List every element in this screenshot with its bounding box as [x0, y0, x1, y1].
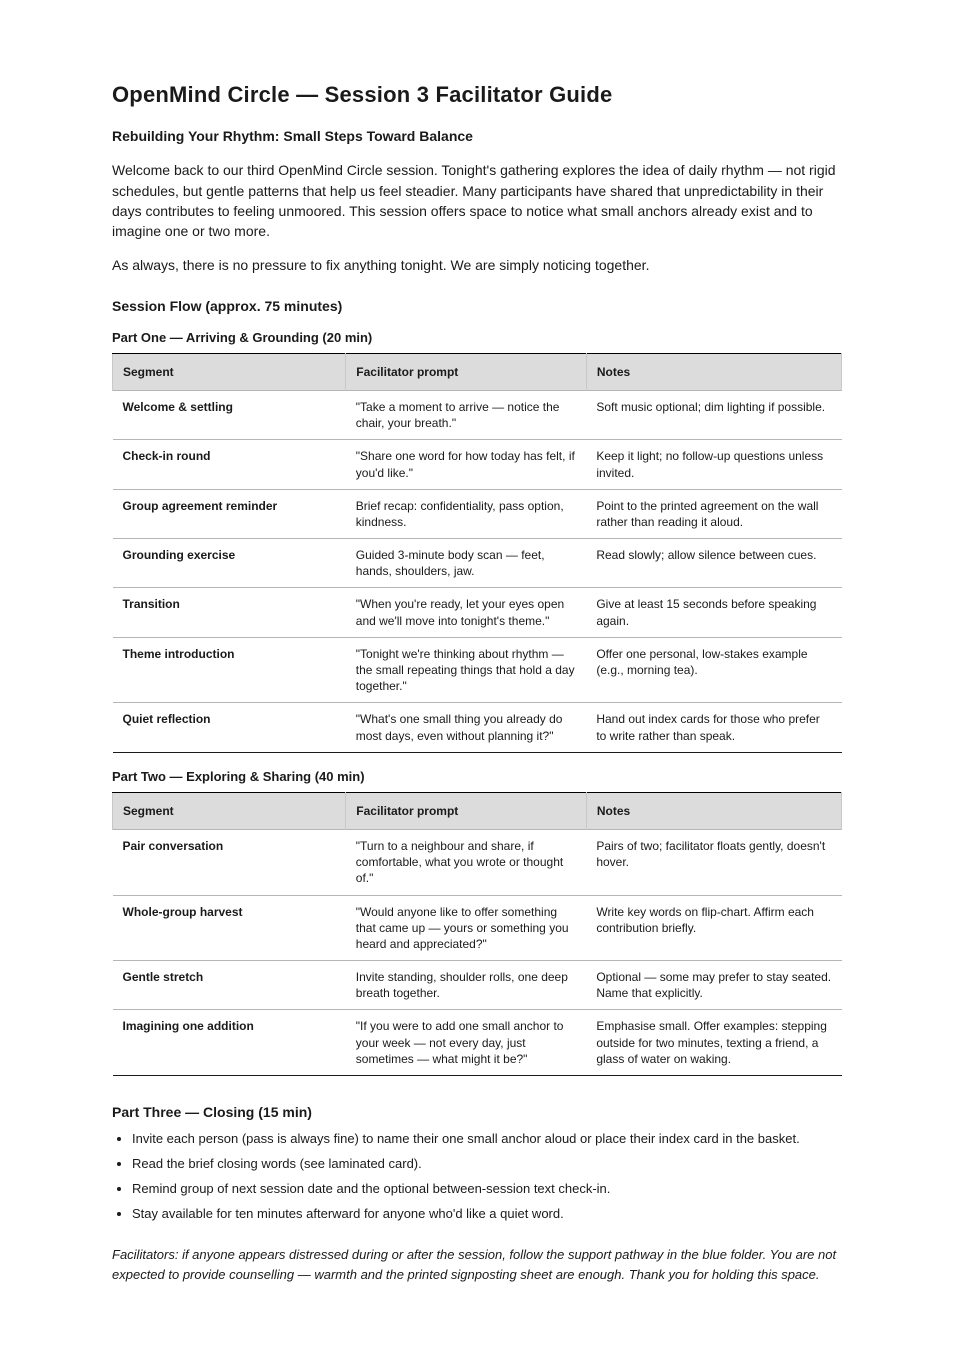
- cell-prompt: Invite standing, shoulder rolls, one dee…: [346, 961, 587, 1010]
- table-row: Transition"When you're ready, let your e…: [113, 588, 842, 637]
- cell-segment: Whole-group harvest: [113, 895, 346, 961]
- col-notes: Notes: [586, 353, 841, 390]
- intro-heading: Rebuilding Your Rhythm: Small Steps Towa…: [112, 126, 842, 146]
- cell-segment: Grounding exercise: [113, 539, 346, 588]
- cell-prompt: "Share one word for how today has felt, …: [346, 440, 587, 489]
- intro-section: Rebuilding Your Rhythm: Small Steps Towa…: [112, 126, 842, 276]
- table-header-row: Segment Facilitator prompt Notes: [113, 792, 842, 829]
- table2-title: Part Two — Exploring & Sharing (40 min): [112, 769, 842, 784]
- table-row: Gentle stretchInvite standing, shoulder …: [113, 961, 842, 1010]
- table-part-one: Segment Facilitator prompt Notes Welcome…: [112, 353, 842, 753]
- cell-prompt: "Take a moment to arrive — notice the ch…: [346, 390, 587, 439]
- table1-title: Part One — Arriving & Grounding (20 min): [112, 330, 842, 345]
- col-segment: Segment: [113, 792, 346, 829]
- intro-paragraph-1: Welcome back to our third OpenMind Circl…: [112, 160, 842, 241]
- table-row: Welcome & settling"Take a moment to arri…: [113, 390, 842, 439]
- table-row: Group agreement reminderBrief recap: con…: [113, 489, 842, 538]
- flow-heading: Session Flow (approx. 75 minutes): [112, 298, 842, 314]
- cell-notes: Offer one personal, low-stakes example (…: [586, 637, 841, 703]
- facilitator-footer: Facilitators: if anyone appears distress…: [112, 1245, 842, 1284]
- table-row: Theme introduction"Tonight we're thinkin…: [113, 637, 842, 703]
- cell-notes: Point to the printed agreement on the wa…: [586, 489, 841, 538]
- cell-notes: Optional — some may prefer to stay seate…: [586, 961, 841, 1010]
- cell-segment: Quiet reflection: [113, 703, 346, 752]
- table-part-two: Segment Facilitator prompt Notes Pair co…: [112, 792, 842, 1076]
- cell-notes: Write key words on flip-chart. Affirm ea…: [586, 895, 841, 961]
- closing-item: Stay available for ten minutes afterward…: [132, 1205, 842, 1224]
- table-row: Grounding exerciseGuided 3-minute body s…: [113, 539, 842, 588]
- doc-title: OpenMind Circle — Session 3 Facilitator …: [112, 82, 842, 108]
- table-row: Whole-group harvest"Would anyone like to…: [113, 895, 842, 961]
- cell-notes: Give at least 15 seconds before speaking…: [586, 588, 841, 637]
- cell-segment: Imagining one addition: [113, 1010, 346, 1076]
- cell-prompt: "What's one small thing you already do m…: [346, 703, 587, 752]
- closing-item: Read the brief closing words (see lamina…: [132, 1155, 842, 1174]
- col-segment: Segment: [113, 353, 346, 390]
- closing-item: Invite each person (pass is always fine)…: [132, 1130, 842, 1149]
- table-row: Check-in round"Share one word for how to…: [113, 440, 842, 489]
- col-notes: Notes: [586, 792, 841, 829]
- cell-prompt: "When you're ready, let your eyes open a…: [346, 588, 587, 637]
- page-container: { "title": "OpenMind Circle — Session 3 …: [0, 0, 954, 1357]
- closing-heading: Part Three — Closing (15 min): [112, 1104, 842, 1120]
- cell-notes: Keep it light; no follow-up questions un…: [586, 440, 841, 489]
- closing-item: Remind group of next session date and th…: [132, 1180, 842, 1199]
- cell-notes: Hand out index cards for those who prefe…: [586, 703, 841, 752]
- cell-segment: Group agreement reminder: [113, 489, 346, 538]
- cell-segment: Check-in round: [113, 440, 346, 489]
- cell-notes: Soft music optional; dim lighting if pos…: [586, 390, 841, 439]
- cell-segment: Gentle stretch: [113, 961, 346, 1010]
- cell-prompt: "Tonight we're thinking about rhythm — t…: [346, 637, 587, 703]
- cell-prompt: Guided 3-minute body scan — feet, hands,…: [346, 539, 587, 588]
- cell-prompt: "Turn to a neighbour and share, if comfo…: [346, 829, 587, 895]
- cell-notes: Read slowly; allow silence between cues.: [586, 539, 841, 588]
- cell-segment: Welcome & settling: [113, 390, 346, 439]
- table-row: Imagining one addition"If you were to ad…: [113, 1010, 842, 1076]
- col-prompt: Facilitator prompt: [346, 353, 587, 390]
- table-row: Pair conversation"Turn to a neighbour an…: [113, 829, 842, 895]
- cell-segment: Theme introduction: [113, 637, 346, 703]
- intro-paragraph-2: As always, there is no pressure to fix a…: [112, 255, 842, 275]
- cell-notes: Emphasise small. Offer examples: steppin…: [586, 1010, 841, 1076]
- table-header-row: Segment Facilitator prompt Notes: [113, 353, 842, 390]
- cell-prompt: "If you were to add one small anchor to …: [346, 1010, 587, 1076]
- cell-segment: Pair conversation: [113, 829, 346, 895]
- cell-prompt: Brief recap: confidentiality, pass optio…: [346, 489, 587, 538]
- cell-segment: Transition: [113, 588, 346, 637]
- table-row: Quiet reflection"What's one small thing …: [113, 703, 842, 752]
- cell-notes: Pairs of two; facilitator floats gently,…: [586, 829, 841, 895]
- cell-prompt: "Would anyone like to offer something th…: [346, 895, 587, 961]
- closing-list: Invite each person (pass is always fine)…: [112, 1130, 842, 1223]
- col-prompt: Facilitator prompt: [346, 792, 587, 829]
